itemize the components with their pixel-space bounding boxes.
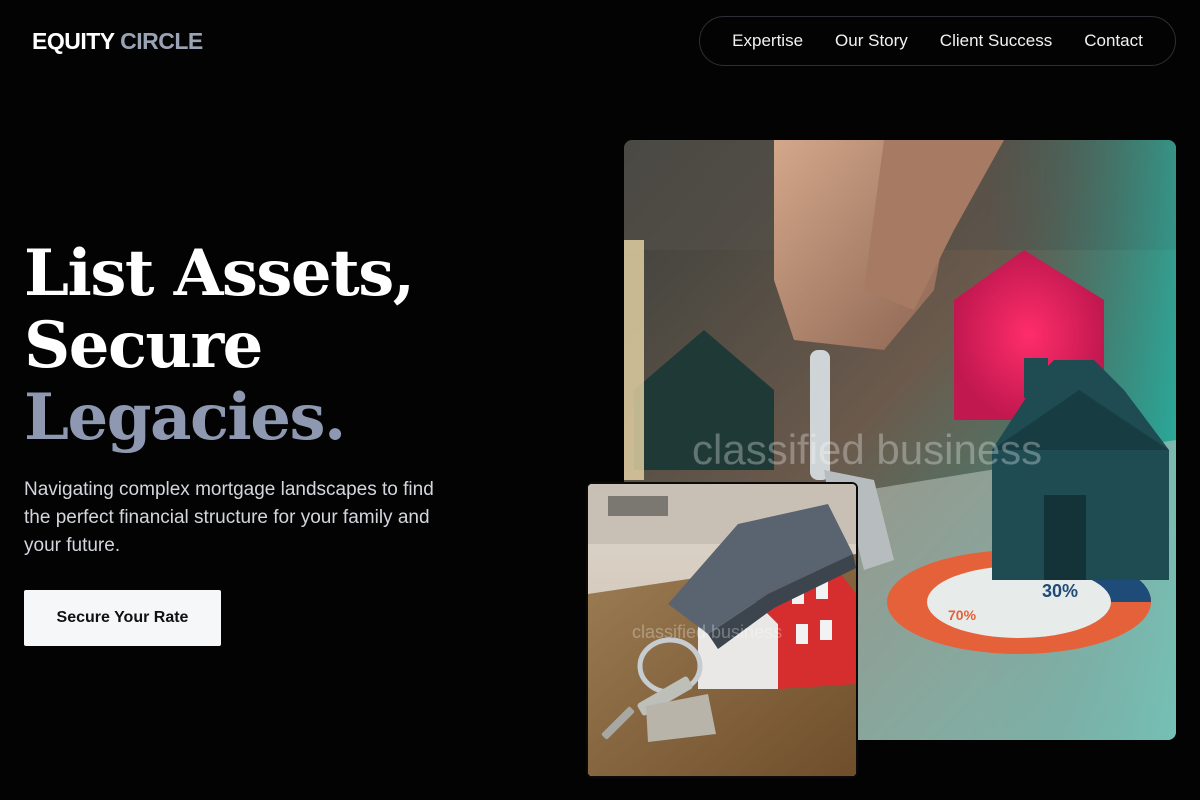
watermark-main: classified business — [692, 426, 1043, 473]
nav-item-our-story[interactable]: Our Story — [835, 31, 908, 51]
hero-lead-text: Navigating complex mortgage landscapes t… — [24, 479, 434, 556]
nav-item-contact[interactable]: Contact — [1084, 31, 1143, 51]
pie-label-30: 30% — [1042, 581, 1078, 601]
landing-page: EQUITY CIRCLE Expertise Our Story Client… — [0, 0, 1200, 800]
pie-label-70: 70% — [948, 607, 977, 623]
headline-line-1: List Assets, — [24, 236, 415, 311]
inset-photo-house-keys: classified business — [586, 482, 858, 778]
brand-logo[interactable]: EQUITY CIRCLE — [32, 28, 203, 54]
nav-item-expertise[interactable]: Expertise — [732, 31, 803, 51]
main-nav: Expertise Our Story Client Success Conta… — [699, 16, 1176, 66]
headline-line-2: Secure — [24, 308, 263, 383]
hero-headline: List Assets, Secure Legacies. — [24, 236, 415, 455]
logo-secondary: CIRCLE — [120, 28, 203, 54]
logo-primary: EQUITY — [32, 28, 115, 54]
secure-rate-button[interactable]: Secure Your Rate — [24, 590, 221, 646]
nav-item-client-success[interactable]: Client Success — [940, 31, 1052, 51]
watermark-small: classified business — [632, 622, 783, 642]
headline-line-3: Legacies. — [24, 380, 346, 455]
